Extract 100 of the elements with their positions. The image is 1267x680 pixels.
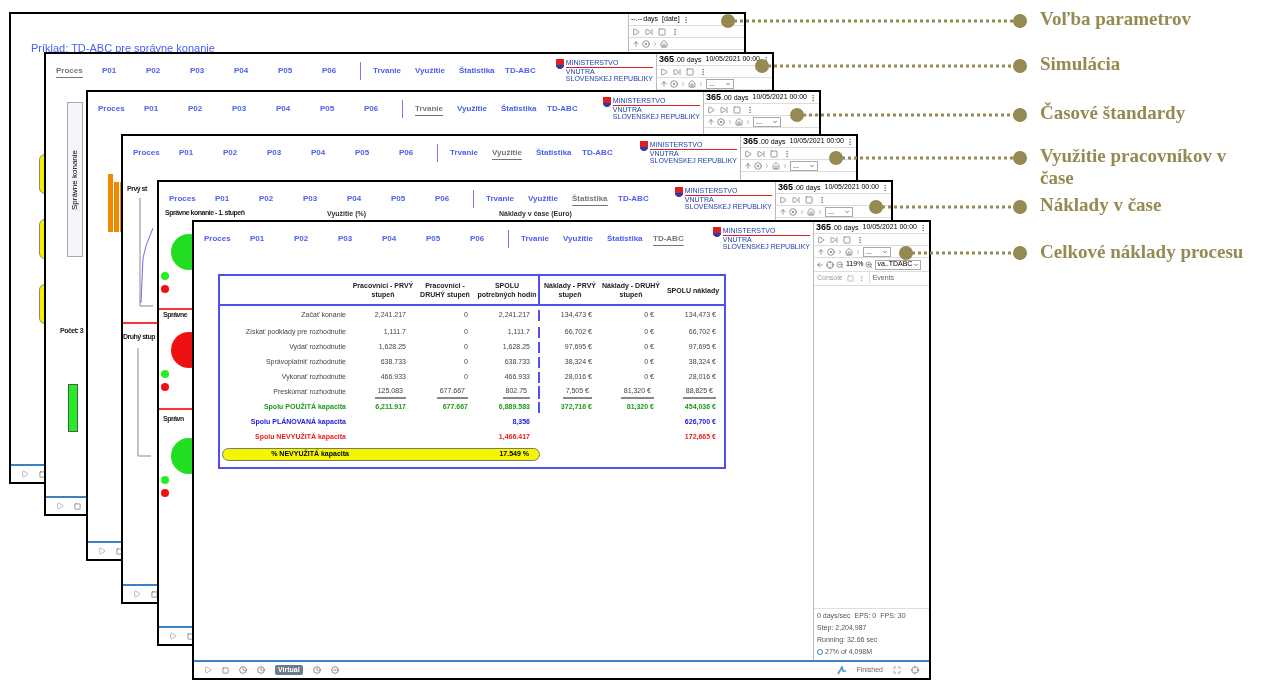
play-icon[interactable] (632, 27, 640, 36)
nav-tab[interactable]: P01 (179, 147, 194, 159)
home-icon[interactable] (688, 79, 696, 88)
nav-tab[interactable]: P06 (399, 147, 414, 159)
nav-tab[interactable]: Proces (56, 64, 83, 78)
nav-tab[interactable]: P05 (355, 147, 370, 159)
nav-tab[interactable]: P01 (215, 193, 230, 205)
up-arrow-icon[interactable] (744, 161, 752, 170)
play-icon[interactable] (56, 502, 64, 510)
stop-icon[interactable] (151, 590, 158, 598)
nav-tab[interactable]: Štatistika (536, 147, 572, 159)
nav-tab[interactable]: Využitie (492, 146, 522, 160)
step-icon[interactable] (830, 235, 838, 244)
up-arrow-icon[interactable] (660, 79, 668, 88)
up-arrow-icon[interactable] (707, 117, 715, 126)
play-icon[interactable] (660, 67, 668, 76)
nav-tab[interactable]: P02 (294, 233, 309, 245)
nav-tab[interactable]: Proces (169, 193, 196, 205)
nav-tab[interactable]: P01 (250, 233, 265, 245)
more-icon[interactable] (671, 27, 679, 36)
more-icon[interactable] (746, 105, 754, 114)
nav-tab[interactable]: P06 (470, 233, 485, 245)
home-icon[interactable] (735, 117, 743, 126)
nav-tab[interactable]: TD-ABC (653, 232, 684, 246)
nav-tab[interactable]: TD-ABC (618, 193, 649, 205)
zoom-in-icon[interactable] (865, 260, 874, 269)
nav-tab[interactable]: P03 (303, 193, 318, 205)
nav-tab[interactable]: P03 (267, 147, 282, 159)
play-icon[interactable] (21, 470, 29, 478)
nav-tab[interactable]: Štatistika (572, 192, 608, 206)
more-icon[interactable] (809, 93, 817, 102)
nav-tab[interactable]: Trvanie (521, 233, 549, 245)
nav-tab[interactable]: P01 (102, 65, 117, 77)
nav-tab[interactable]: P02 (188, 103, 203, 115)
nav-tab[interactable]: Štatistika (607, 233, 643, 245)
play-icon[interactable] (817, 235, 825, 244)
nav-tab[interactable]: P06 (435, 193, 450, 205)
nav-tab[interactable]: Využitie (528, 193, 558, 205)
up-arrow-icon[interactable] (817, 247, 825, 256)
nav-tab[interactable]: P04 (234, 65, 249, 77)
play-icon[interactable] (707, 105, 715, 114)
clock-icon[interactable] (239, 666, 247, 674)
zoom-out-icon[interactable] (836, 260, 844, 269)
play-icon[interactable] (779, 195, 787, 204)
nav-tab[interactable]: Trvanie (373, 65, 401, 77)
nav-tab[interactable]: P04 (347, 193, 362, 205)
clock-icon[interactable] (312, 666, 321, 674)
nav-tab[interactable]: Trvanie (486, 193, 514, 205)
play-icon[interactable] (133, 590, 141, 598)
home-icon[interactable] (845, 247, 853, 256)
step-icon[interactable] (757, 149, 765, 158)
more-icon[interactable] (846, 137, 854, 146)
up-arrow-icon[interactable] (632, 39, 640, 48)
nav-tab[interactable]: P01 (144, 103, 159, 115)
nav-tab[interactable]: P03 (190, 65, 205, 77)
nav-tab[interactable]: P06 (322, 65, 337, 77)
nav-tab[interactable]: P05 (426, 233, 441, 245)
nav-tab[interactable]: TD-ABC (505, 65, 536, 77)
more-icon[interactable] (762, 55, 770, 64)
clear-icon[interactable] (846, 275, 854, 282)
more-icon[interactable] (699, 67, 707, 76)
clock-icon[interactable] (257, 666, 265, 674)
play-icon[interactable] (169, 632, 177, 640)
step-icon[interactable] (673, 67, 681, 76)
fullscreen-icon[interactable] (893, 666, 901, 674)
more-icon[interactable] (783, 149, 791, 158)
nav-tab[interactable]: P06 (364, 103, 379, 115)
nav-tab[interactable]: Proces (204, 233, 231, 245)
back-arrow-icon[interactable] (816, 260, 824, 269)
more-icon[interactable] (856, 235, 864, 244)
nav-tab[interactable]: Využitie (563, 233, 593, 245)
play-icon[interactable] (98, 547, 106, 555)
home-icon[interactable] (660, 39, 668, 48)
nav-tab[interactable]: TD-ABC (547, 103, 578, 115)
home-icon[interactable] (807, 207, 815, 216)
nav-tab[interactable]: TD-ABC (582, 147, 613, 159)
nav-tab[interactable]: P05 (278, 65, 293, 77)
nav-tab[interactable]: Štatistika (459, 65, 495, 77)
minus-icon[interactable] (330, 666, 339, 674)
more-icon[interactable] (818, 195, 826, 204)
nav-tab[interactable]: Trvanie (450, 147, 478, 159)
nav-tab[interactable]: P02 (146, 65, 161, 77)
nav-tab[interactable]: Proces (98, 103, 125, 115)
stop-icon[interactable] (116, 547, 123, 555)
home-icon[interactable] (772, 161, 780, 170)
play-icon[interactable] (744, 149, 752, 158)
step-icon[interactable] (720, 105, 728, 114)
nav-tab[interactable]: P03 (232, 103, 247, 115)
nav-tab[interactable]: P04 (382, 233, 397, 245)
nav-tab[interactable]: Štatistika (501, 103, 537, 115)
nav-tab[interactable]: Proces (133, 147, 160, 159)
up-arrow-icon[interactable] (779, 207, 787, 216)
nav-tab[interactable]: P04 (311, 147, 326, 159)
play-icon[interactable] (204, 666, 212, 674)
more-icon[interactable] (881, 183, 889, 192)
nav-tab[interactable]: Využitie (415, 65, 445, 77)
nav-tab[interactable]: P04 (276, 103, 291, 115)
stop-icon[interactable] (39, 470, 46, 478)
nav-tab[interactable]: P05 (320, 103, 335, 115)
step-icon[interactable] (792, 195, 800, 204)
